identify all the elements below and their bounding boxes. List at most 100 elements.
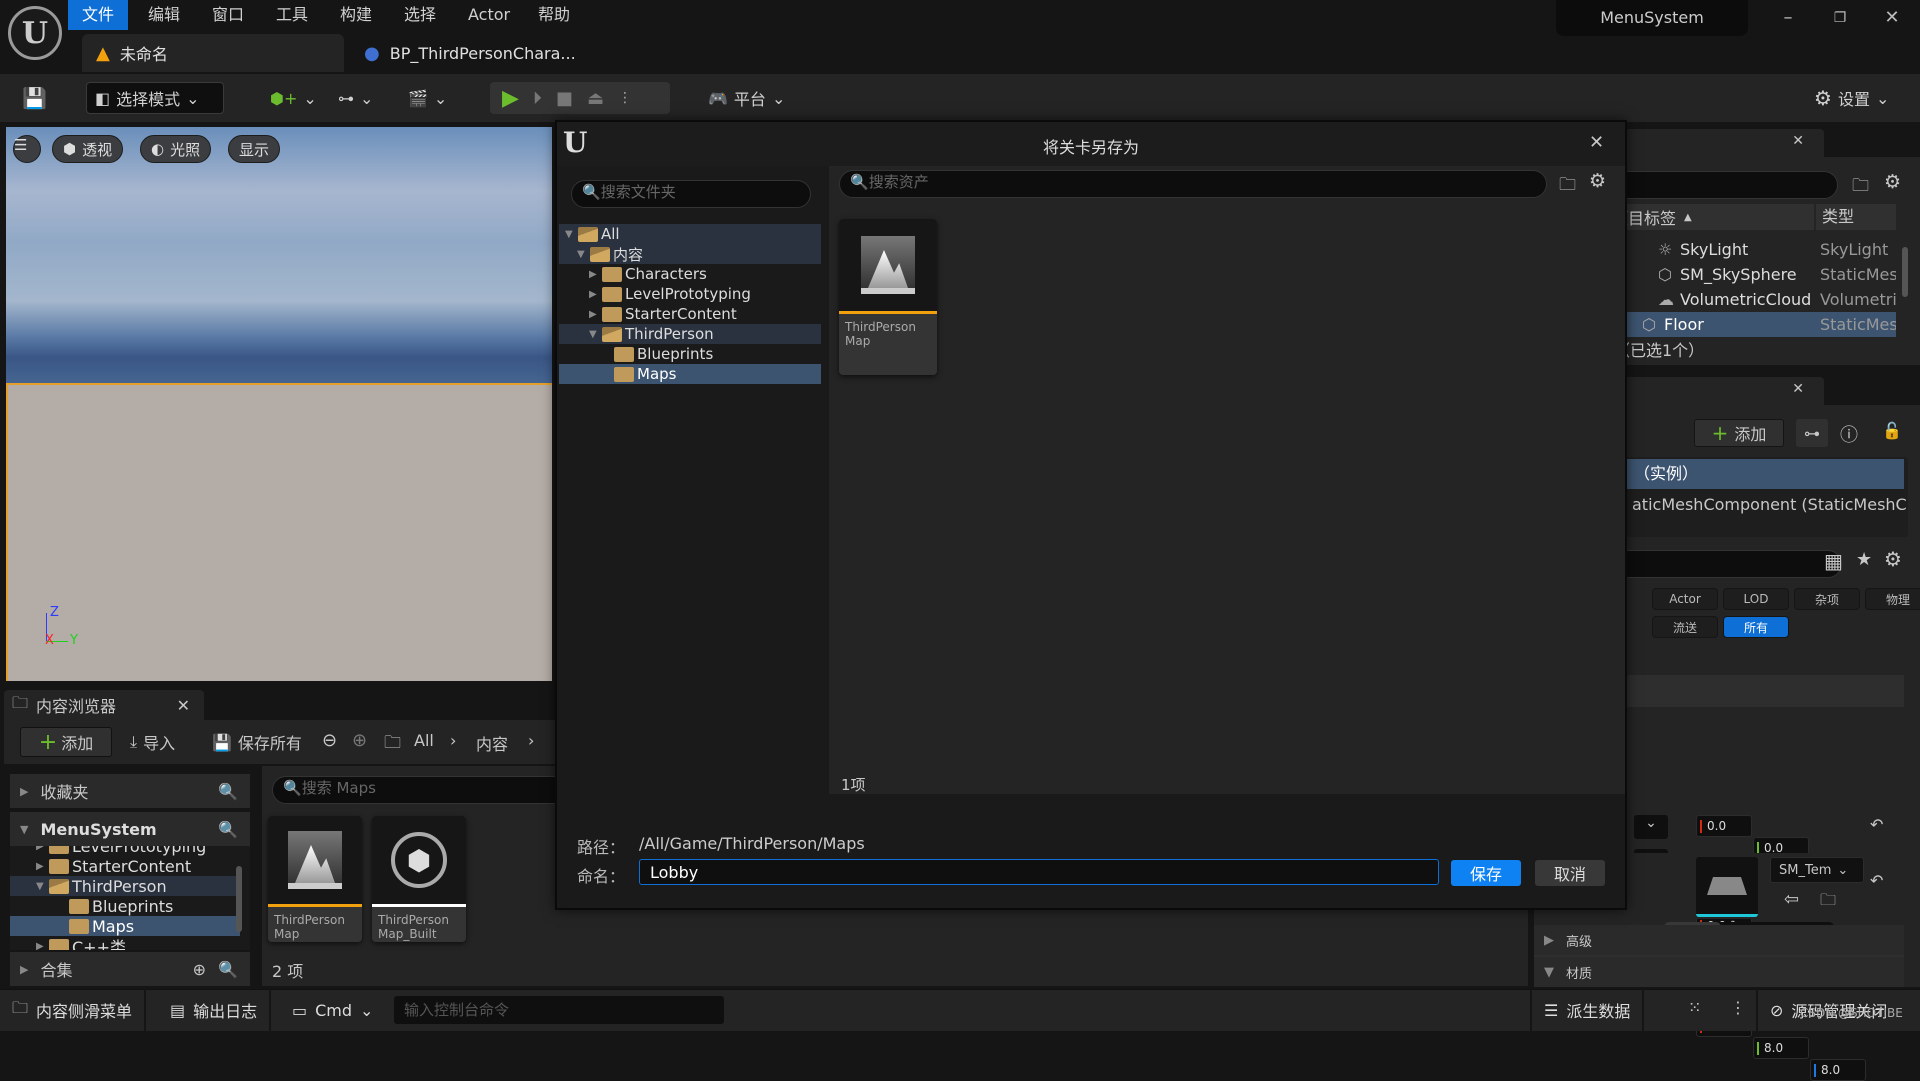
play-icon[interactable]: ▶ bbox=[502, 86, 519, 111]
more-icon[interactable]: ⋮ bbox=[1730, 998, 1746, 1017]
help-icon[interactable]: ⓘ bbox=[1840, 421, 1858, 447]
folder-tree-item[interactable]: Blueprints bbox=[10, 896, 240, 916]
chevron-right-icon[interactable]: ▶ bbox=[589, 309, 599, 320]
chevron-down-icon[interactable]: ▼ bbox=[36, 881, 46, 892]
menu-item[interactable]: 文件 bbox=[68, 0, 129, 30]
mode-selector[interactable]: ◧ 选择模式 ⌄ bbox=[86, 82, 224, 114]
folder-tree-item[interactable]: ▶ LevelPrototyping bbox=[559, 284, 821, 304]
tab-blueprint[interactable]: ● BP_ThirdPersonChara... bbox=[350, 34, 610, 72]
maximize-button[interactable]: ❐ bbox=[1820, 4, 1860, 32]
save-all-button[interactable]: 💾 保存所有 bbox=[212, 727, 302, 757]
component-row[interactable]: aticMeshComponent (StaticMeshCo bbox=[1632, 495, 1906, 514]
close-icon[interactable]: ✕ bbox=[1792, 133, 1804, 149]
filter-chip[interactable]: 流送 bbox=[1652, 616, 1718, 638]
asset-search[interactable]: 🔍搜索资产 bbox=[839, 170, 1547, 198]
menu-item[interactable]: 选择 bbox=[390, 0, 450, 30]
folder-icon[interactable]: 🗀 bbox=[1559, 172, 1576, 201]
mesh-thumbnail[interactable] bbox=[1696, 857, 1758, 917]
filter-chip[interactable]: 杂项 bbox=[1794, 588, 1860, 610]
tree-scrollbar[interactable] bbox=[236, 866, 242, 932]
chevron-down-icon[interactable]: ▼ bbox=[589, 329, 599, 340]
scale-field[interactable]: 8.0 bbox=[1753, 1037, 1809, 1059]
menu-item[interactable]: 工具 bbox=[262, 0, 322, 30]
cmd-selector[interactable]: ▭ Cmd ⌄ bbox=[280, 989, 385, 1031]
cancel-button[interactable]: 取消 bbox=[1535, 860, 1605, 886]
search-icon[interactable]: 🔍 bbox=[218, 820, 238, 839]
console-input[interactable]: 输入控制台命令 bbox=[394, 996, 724, 1024]
folder-tree-item[interactable]: Maps bbox=[10, 916, 240, 936]
favorites-section[interactable]: ▶ 收藏夹 🔍 bbox=[10, 774, 250, 808]
browse-folder-icon[interactable]: 🗀 bbox=[1820, 889, 1836, 916]
close-icon[interactable]: ✕ bbox=[1792, 381, 1804, 397]
chevron-right-icon[interactable]: ▶ bbox=[36, 861, 46, 872]
close-icon[interactable]: ✕ bbox=[177, 696, 190, 715]
content-browser-tab[interactable]: 🗀 内容浏览器 ✕ bbox=[4, 690, 204, 720]
add-button[interactable]: + 添加 bbox=[20, 727, 112, 757]
add-component-button[interactable]: + 添加 bbox=[1694, 419, 1784, 447]
forward-icon[interactable]: ⊕ bbox=[352, 730, 367, 751]
perspective-button[interactable]: ⬢ 透视 bbox=[52, 135, 124, 163]
save-icon[interactable]: 💾 bbox=[14, 82, 55, 114]
menu-item[interactable]: 编辑 bbox=[134, 0, 194, 30]
mesh-picker[interactable]: SM_Tem ⌄ bbox=[1770, 857, 1864, 883]
folder-tree-item[interactable]: Maps bbox=[559, 364, 821, 384]
save-button[interactable]: 保存 bbox=[1451, 860, 1521, 886]
filter-chip[interactable]: 所有 bbox=[1723, 616, 1789, 638]
folder-tree-item[interactable]: ▶ StarterContent bbox=[559, 304, 821, 324]
menu-item[interactable]: 构建 bbox=[326, 0, 386, 30]
folder-tree-item[interactable]: ▶ Characters bbox=[559, 264, 821, 284]
details-tab[interactable]: ✕ bbox=[1614, 377, 1824, 405]
minimize-button[interactable]: – bbox=[1768, 4, 1808, 32]
tab-untitled-level[interactable]: ▲ 未命名 bbox=[82, 34, 344, 72]
outliner-tab[interactable]: ✕ bbox=[1614, 129, 1824, 157]
content-drawer-button[interactable]: 🗀 内容侧滑菜单 bbox=[0, 989, 147, 1031]
folder-tree-item[interactable]: ▼ ThirdPerson bbox=[10, 876, 240, 896]
asset-tile[interactable]: ThirdPerson Map bbox=[839, 219, 937, 375]
back-icon[interactable]: ⊖ bbox=[322, 730, 337, 751]
derived-data-button[interactable]: ☰ 派生数据 bbox=[1530, 989, 1645, 1031]
platform-button[interactable]: 🎮 平台 ⌄ bbox=[700, 82, 793, 114]
close-dialog-icon[interactable]: ✕ bbox=[1589, 132, 1604, 153]
reset-icon[interactable]: ↶ bbox=[1870, 815, 1883, 834]
filter-chip[interactable]: LOD bbox=[1723, 588, 1789, 610]
gear-icon[interactable]: ⚙ bbox=[1884, 171, 1901, 193]
chevron-down-icon[interactable]: ⌄ bbox=[1634, 815, 1668, 839]
lighting-button[interactable]: ◐ 光照 bbox=[140, 135, 212, 163]
collections-section[interactable]: ▶ 合集 ⊕ 🔍 bbox=[10, 952, 250, 986]
folder-tree-item[interactable]: ▼ 内容 bbox=[559, 244, 821, 264]
import-button[interactable]: ⤓ 导入 bbox=[130, 727, 175, 757]
outliner-scrollbar[interactable] bbox=[1902, 247, 1908, 297]
breadcrumb-content[interactable]: 内容 bbox=[476, 731, 508, 755]
trace-icon[interactable]: ⁙ bbox=[1688, 998, 1701, 1017]
stop-icon[interactable]: ■ bbox=[556, 88, 573, 109]
advanced-section[interactable]: ▶ 高级 bbox=[1534, 925, 1904, 955]
menu-item[interactable]: Actor bbox=[454, 0, 524, 30]
step-icon[interactable]: ⏵ bbox=[533, 88, 542, 109]
use-selected-icon[interactable]: ⇦ bbox=[1784, 889, 1799, 910]
gear-icon[interactable]: ⚙ bbox=[1589, 170, 1606, 192]
blueprint-button[interactable]: ⊶ ⌄ bbox=[330, 82, 381, 114]
chevron-right-icon[interactable]: ▶ bbox=[36, 941, 46, 951]
add-actor-button[interactable]: ⬢+ ⌄ bbox=[262, 82, 325, 114]
scale-field[interactable]: 8.0 bbox=[1810, 1059, 1866, 1081]
folder-search[interactable]: 🔍搜索文件夹 bbox=[571, 180, 811, 208]
chevron-right-icon[interactable]: ▶ bbox=[589, 289, 599, 300]
reset-icon[interactable]: ↶ bbox=[1870, 871, 1883, 890]
materials-section[interactable]: ▼ 材质 bbox=[1534, 957, 1904, 987]
search-icon[interactable]: 🔍 bbox=[218, 960, 238, 979]
project-section[interactable]: ▼ MenuSystem 🔍 bbox=[10, 812, 250, 846]
menu-item[interactable]: 窗口 bbox=[198, 0, 258, 30]
cinematics-button[interactable]: 🎬 ⌄ bbox=[400, 82, 455, 114]
show-button[interactable]: 显示 bbox=[228, 135, 281, 163]
chevron-right-icon[interactable]: ▶ bbox=[36, 846, 46, 852]
level-name-input[interactable] bbox=[639, 859, 1439, 885]
add-folder-icon[interactable]: 🗀 bbox=[1852, 173, 1869, 202]
star-icon[interactable]: ★ bbox=[1856, 549, 1872, 570]
filter-chip[interactable]: 物理 bbox=[1865, 588, 1920, 610]
eject-icon[interactable]: ⏏ bbox=[587, 88, 604, 109]
table-view-icon[interactable]: ▦ bbox=[1824, 549, 1843, 573]
folder-tree-item[interactable]: ▶ C++类 bbox=[10, 936, 240, 950]
breadcrumb-all[interactable]: All bbox=[414, 731, 434, 750]
more-icon[interactable]: ⋮ bbox=[618, 90, 632, 106]
search-icon[interactable]: 🔍 bbox=[218, 782, 238, 801]
